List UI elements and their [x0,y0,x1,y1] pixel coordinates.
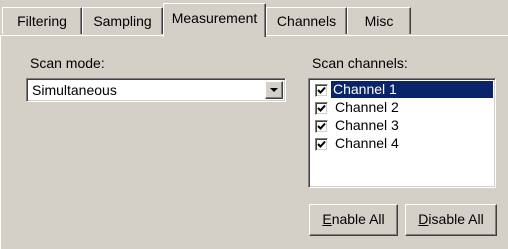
scan-channels-list[interactable]: Channel 1 Channel 2 Channel 3 Channel 4 [308,78,496,188]
dropdown-button[interactable] [265,81,283,99]
list-item-channel-4[interactable]: Channel 4 [311,135,493,153]
list-item-label: Channel 1 [331,81,493,98]
list-item-channel-1[interactable]: Channel 1 [311,81,493,99]
disable-all-label: isable All [428,211,484,227]
list-item-channel-3[interactable]: Channel 3 [311,117,493,135]
disable-all-accel: D [418,211,429,227]
checkbox[interactable] [315,138,328,151]
chevron-down-icon [270,88,278,92]
checkbox[interactable] [315,120,328,133]
list-item-label: Channel 3 [335,117,399,133]
scan-mode-select[interactable]: Simultaneous [26,78,286,102]
list-item-label: Channel 2 [335,99,399,115]
check-icon [317,104,326,112]
list-item-channel-2[interactable]: Channel 2 [311,99,493,117]
check-icon [317,122,326,130]
scan-mode-value: Simultaneous [32,82,117,98]
enable-all-button[interactable]: Enable All [309,204,398,236]
list-item-label: Channel 4 [335,135,399,151]
check-icon [317,86,326,94]
enable-all-accel: E [322,211,332,227]
enable-all-label: nable All [331,211,385,227]
scan-channels-label: Scan channels: [312,55,408,71]
disable-all-button[interactable]: Disable All [405,204,497,236]
checkbox[interactable] [315,102,328,115]
check-icon [317,140,326,148]
checkbox[interactable] [315,84,328,97]
scan-mode-label: Scan mode: [30,55,105,71]
